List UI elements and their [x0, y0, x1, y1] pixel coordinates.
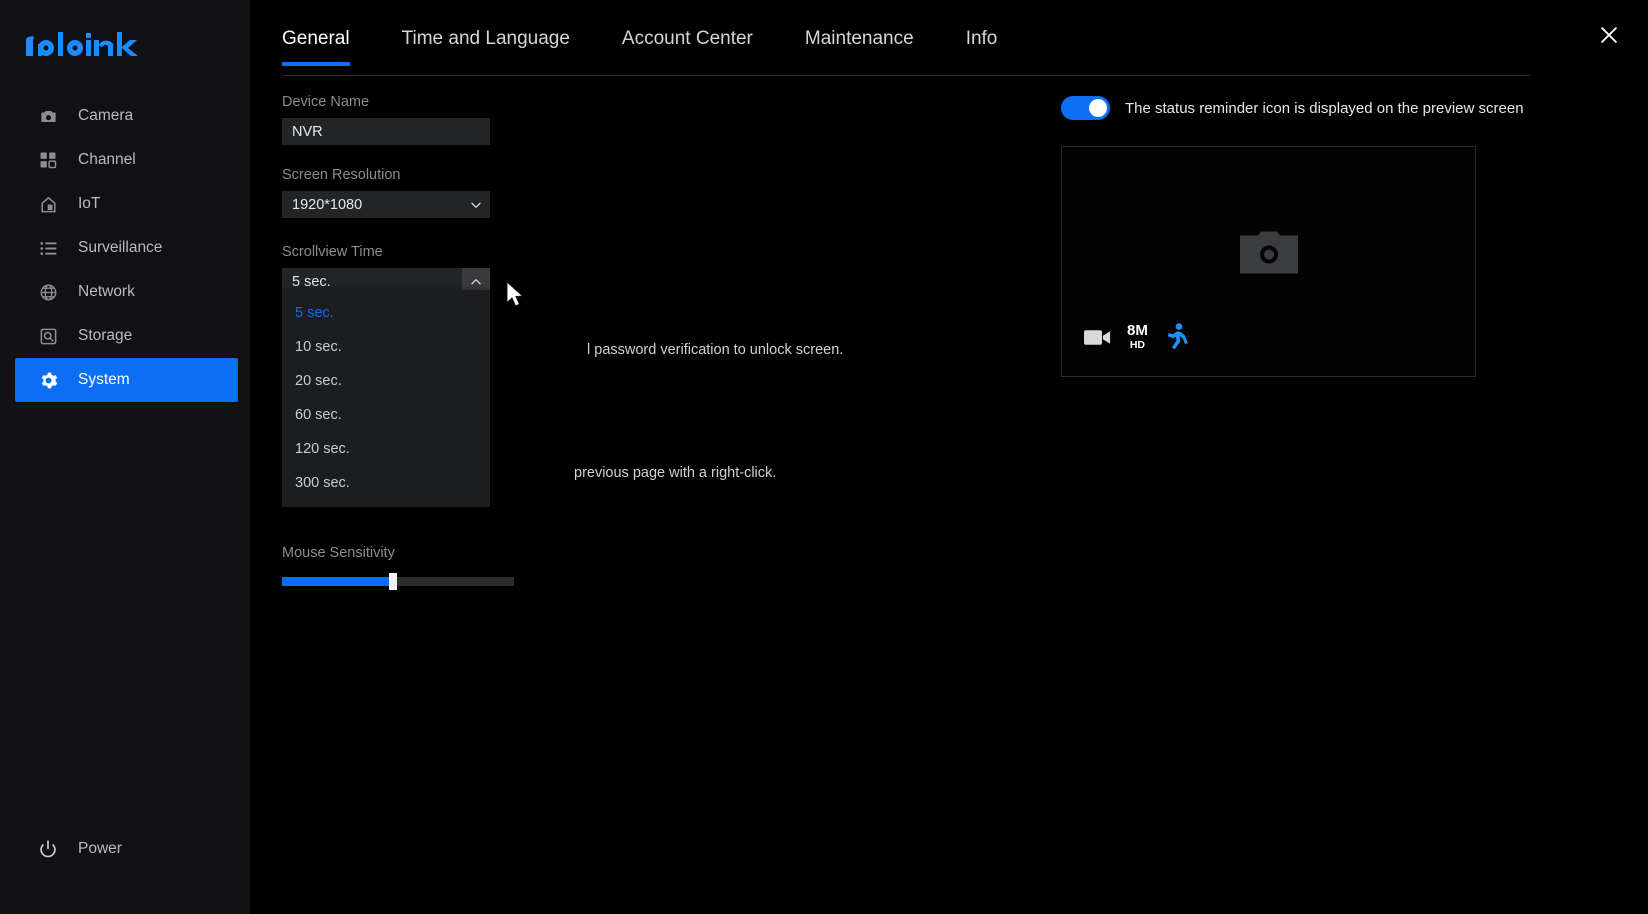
dropdown-option[interactable]: 120 sec. [282, 432, 490, 466]
camera-placeholder-icon [1239, 227, 1298, 282]
power-button[interactable]: Power [15, 830, 122, 868]
preview-screen: 8M HD [1061, 146, 1476, 377]
sidebar-item-label: Channel [78, 151, 136, 168]
sidebar-item-network[interactable]: Network [15, 270, 238, 314]
screen-resolution-select[interactable]: 1920*1080 [282, 191, 490, 218]
sidebar-item-label: Network [78, 283, 135, 300]
mouse-sensitivity-control: Mouse Sensitivity [282, 545, 582, 590]
tab-divider [282, 75, 1530, 76]
status-reminder-toggle-row: The status reminder icon is displayed on… [1061, 96, 1524, 120]
sidebar-item-surveillance[interactable]: Surveillance [15, 226, 238, 270]
tab-time-and-language[interactable]: Time and Language [402, 28, 570, 66]
sidebar-item-storage[interactable]: Storage [15, 314, 238, 358]
right-click-hint: previous page with a right-click. [574, 465, 777, 481]
status-reminder-toggle[interactable] [1061, 96, 1110, 120]
dropdown-option[interactable]: 10 sec. [282, 330, 490, 364]
tab-maintenance[interactable]: Maintenance [805, 28, 914, 66]
main-content: General Time and Language Account Center… [250, 0, 1648, 914]
resolution-badge-main: 8M [1127, 322, 1148, 340]
power-icon [37, 838, 59, 860]
globe-icon [37, 281, 59, 303]
scrollview-time-dropdown[interactable]: 5 sec. 10 sec. 20 sec. 60 sec. 120 sec. … [282, 290, 490, 507]
resolution-badge-sub: HD [1129, 339, 1145, 352]
chevron-down-icon [462, 191, 490, 218]
sidebar-item-label: Camera [78, 107, 134, 124]
sidebar: Camera Channel IoT Surveillance Network … [0, 0, 250, 914]
scrollview-time-label: Scrollview Time [282, 244, 383, 260]
scrollview-time-value: 5 sec. [292, 273, 331, 290]
sidebar-item-system[interactable]: System [15, 358, 238, 402]
screen-resolution-value: 1920*1080 [292, 196, 363, 213]
dropdown-option[interactable]: 20 sec. [282, 364, 490, 398]
sidebar-item-label: IoT [78, 195, 101, 212]
reolink-logo [24, 26, 250, 66]
resolution-badge: 8M HD [1127, 322, 1148, 352]
camcorder-icon [1084, 322, 1111, 352]
dropdown-option[interactable]: 60 sec. [282, 398, 490, 432]
grid-icon [37, 149, 59, 171]
tab-account-center[interactable]: Account Center [622, 28, 753, 66]
tab-info[interactable]: Info [966, 28, 998, 66]
dropdown-option[interactable]: 5 sec. [282, 296, 490, 330]
mouse-sensitivity-slider[interactable] [282, 573, 514, 590]
close-icon[interactable] [1592, 18, 1626, 52]
power-label: Power [78, 840, 122, 857]
toggle-knob [1089, 99, 1107, 117]
mouse-sensitivity-label: Mouse Sensitivity [282, 545, 395, 561]
sidebar-item-camera[interactable]: Camera [15, 94, 238, 138]
sidebar-item-label: System [78, 371, 130, 388]
tab-general[interactable]: General [282, 28, 350, 66]
general-settings-form: Device Name Screen Resolution 1920*1080 … [282, 94, 843, 590]
screen-resolution-label: Screen Resolution [282, 167, 401, 183]
person-running-icon [1164, 322, 1189, 352]
status-reminder-toggle-label: The status reminder icon is displayed on… [1125, 99, 1524, 117]
status-badges: 8M HD [1084, 322, 1205, 352]
app-window: Camera Channel IoT Surveillance Network … [0, 0, 1648, 914]
sidebar-item-label: Surveillance [78, 239, 163, 256]
sidebar-item-label: Storage [78, 327, 133, 344]
list-icon [37, 237, 59, 259]
sidebar-item-channel[interactable]: Channel [15, 138, 238, 182]
sidebar-nav: Camera Channel IoT Surveillance Network … [0, 94, 250, 402]
tab-bar: General Time and Language Account Center… [282, 28, 1648, 76]
home-icon [37, 193, 59, 215]
camera-icon [37, 105, 59, 127]
device-name-label: Device Name [282, 94, 370, 110]
unlock-screen-hint: l password verification to unlock screen… [587, 342, 844, 358]
sidebar-item-iot[interactable]: IoT [15, 182, 238, 226]
gear-icon [37, 369, 59, 391]
preview-panel: The status reminder icon is displayed on… [1061, 96, 1524, 377]
slider-thumb[interactable] [389, 573, 398, 590]
slider-fill [282, 577, 394, 586]
dropdown-option[interactable]: 300 sec. [282, 466, 490, 500]
device-name-input[interactable] [282, 118, 490, 145]
disk-icon [37, 325, 59, 347]
